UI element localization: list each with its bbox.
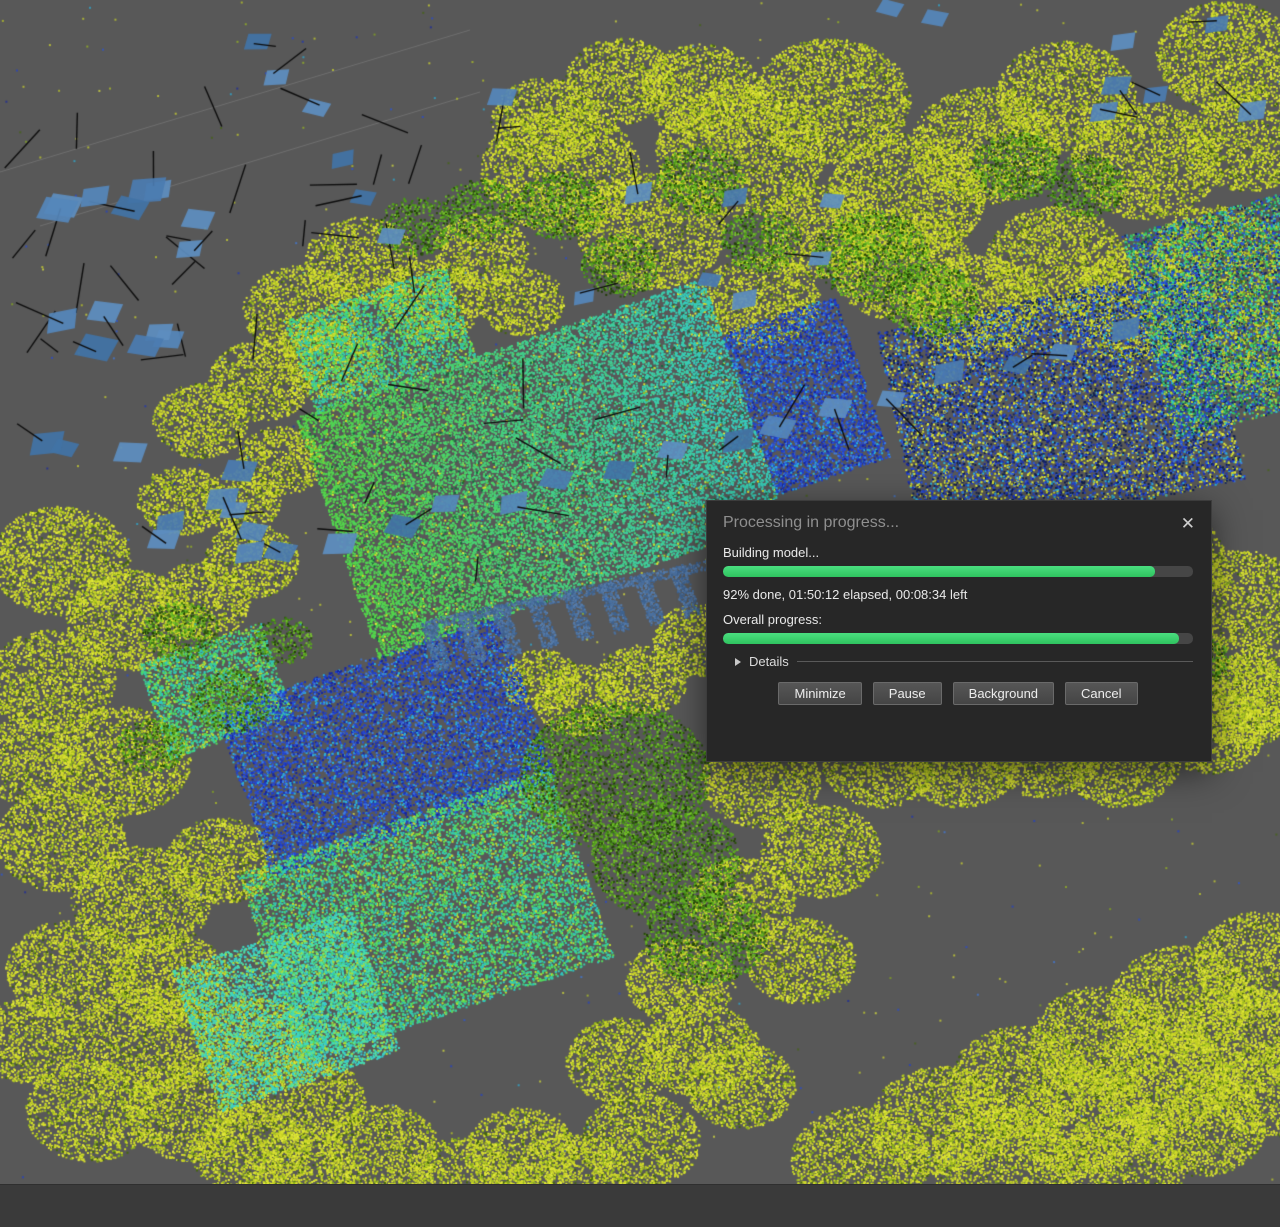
dialog-buttons: Minimize Pause Background Cancel (723, 682, 1193, 705)
bottom-bar (0, 1184, 1280, 1227)
cancel-button[interactable]: Cancel (1065, 682, 1138, 705)
task-progress-bar (723, 566, 1193, 577)
close-icon[interactable]: ✕ (1181, 515, 1195, 532)
application-window: Processing in progress... ✕ Building mod… (0, 0, 1280, 1227)
minimize-button[interactable]: Minimize (778, 682, 862, 705)
details-label: Details (749, 654, 789, 669)
processing-dialog: Processing in progress... ✕ Building mod… (706, 500, 1212, 762)
pause-button[interactable]: Pause (872, 682, 942, 705)
task-label: Building model... (723, 545, 820, 560)
overall-progress-fill (723, 633, 1179, 644)
dialog-header: Processing in progress... ✕ (707, 501, 1211, 542)
dialog-title: Processing in progress... (723, 514, 900, 531)
overall-progress-bar (723, 633, 1193, 644)
task-progress-fill (723, 566, 1156, 577)
dialog-body: Building model... 92% done, 01:50:12 ela… (707, 545, 1211, 705)
background-button[interactable]: Background (952, 682, 1055, 705)
status-text: 92% done, 01:50:12 elapsed, 00:08:34 lef… (723, 587, 968, 602)
details-rule (796, 661, 1193, 662)
details-triangle-icon (735, 657, 741, 666)
details-expander[interactable]: Details (723, 654, 1193, 669)
overall-label: Overall progress: (723, 612, 822, 627)
